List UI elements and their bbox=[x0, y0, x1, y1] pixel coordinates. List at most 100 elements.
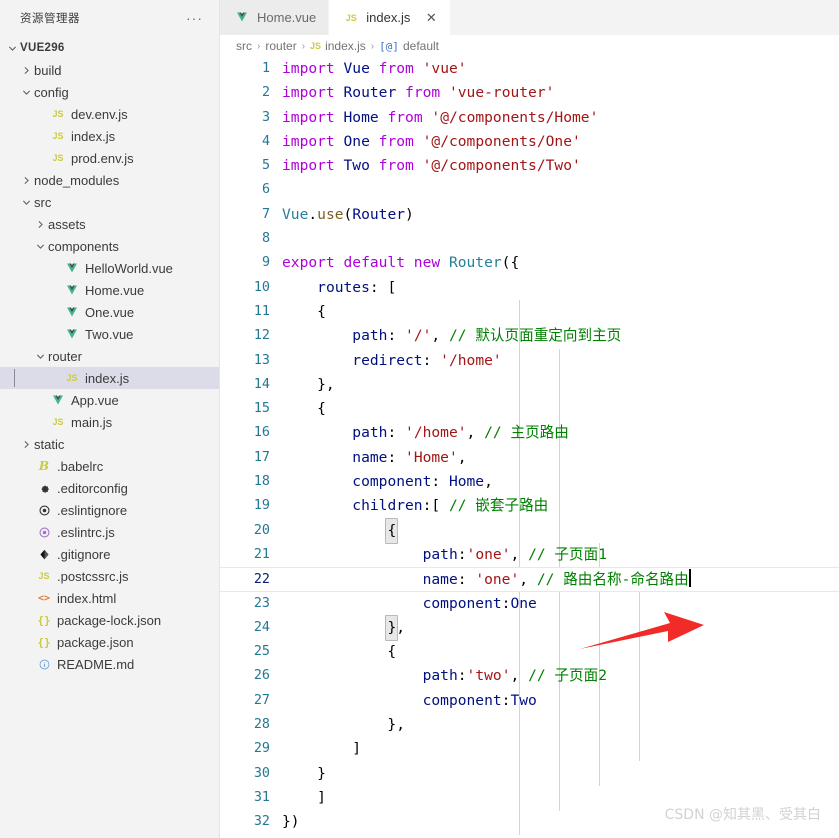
tree-item-eslintrc-js[interactable]: .eslintrc.js bbox=[0, 521, 219, 543]
tree-item-package-json[interactable]: {} package.json bbox=[0, 631, 219, 653]
code-token: import bbox=[282, 108, 344, 126]
code-line[interactable]: 19 children:[ // 嵌套子路由 bbox=[220, 494, 839, 518]
tree-item-label: Home.vue bbox=[85, 282, 145, 298]
code-token: : bbox=[387, 327, 406, 345]
tree-item-label: index.js bbox=[85, 370, 130, 386]
code-line[interactable]: 14 }, bbox=[220, 373, 839, 397]
tree-item-gitignore[interactable]: .gitignore bbox=[0, 543, 219, 565]
tree-item-babelrc[interactable]: B .babelrc bbox=[0, 455, 219, 477]
tree-item-editorconfig[interactable]: .editorconfig bbox=[0, 477, 219, 499]
line-text: Vue.use(Router) bbox=[282, 203, 839, 227]
tree-item-one-vue[interactable]: One.vue bbox=[0, 301, 219, 323]
code-line[interactable]: 2 import Router from 'vue-router' bbox=[220, 81, 839, 105]
breadcrumb-item-default[interactable]: [@] default bbox=[379, 39, 439, 53]
code-line[interactable]: 6 bbox=[220, 178, 839, 202]
line-number: 2 bbox=[261, 85, 270, 101]
code-token: import bbox=[282, 60, 344, 77]
line-number: 27 bbox=[253, 692, 270, 708]
code-line[interactable]: 30 } bbox=[220, 762, 839, 786]
line-text: export default new Router({ bbox=[282, 251, 839, 275]
tree-item-router[interactable]: router bbox=[0, 345, 219, 367]
chevron-right-icon bbox=[32, 220, 48, 229]
code-line[interactable]: 26 path:'two', // 子页面2 bbox=[220, 664, 839, 688]
code-token: One bbox=[510, 594, 537, 612]
code-line[interactable]: 13 redirect: '/home' bbox=[220, 349, 839, 373]
code-line[interactable]: 8 bbox=[220, 227, 839, 251]
code-line[interactable]: 7 Vue.use(Router) bbox=[220, 203, 839, 227]
tree-root-vue296[interactable]: VUE296 bbox=[0, 37, 219, 59]
tree-item-index-js[interactable]: JS index.js bbox=[0, 125, 219, 147]
line-text: redirect: '/home' bbox=[282, 349, 839, 373]
code-line[interactable]: 25 { bbox=[220, 640, 839, 664]
tree-item-app-vue[interactable]: App.vue bbox=[0, 389, 219, 411]
tree-item-label: package.json bbox=[57, 634, 134, 650]
tree-item-components[interactable]: components bbox=[0, 235, 219, 257]
code-line[interactable]: 5 import Two from '@/components/Two' bbox=[220, 154, 839, 178]
code-line[interactable]: 10 routes: [ bbox=[220, 276, 839, 300]
tab-bar-empty-space bbox=[451, 0, 839, 35]
code-line[interactable]: 24 }, bbox=[220, 614, 839, 642]
breadcrumb-item-index-js[interactable]: JS index.js bbox=[310, 39, 366, 53]
json-icon: {} bbox=[37, 635, 51, 649]
code-token: : bbox=[387, 424, 406, 442]
tree-item-helloworld-vue[interactable]: HelloWorld.vue bbox=[0, 257, 219, 279]
tab-index-js[interactable]: JS index.js ✕ bbox=[329, 0, 452, 35]
tree-item-home-vue[interactable]: Home.vue bbox=[0, 279, 219, 301]
breadcrumb-item-router[interactable]: router bbox=[265, 39, 296, 53]
tree-item-index-js[interactable]: JS index.js bbox=[0, 367, 219, 389]
tree-item-dev-env-js[interactable]: JS dev.env.js bbox=[0, 103, 219, 125]
tree-item-two-vue[interactable]: Two.vue bbox=[0, 323, 219, 345]
tree-item-label: App.vue bbox=[71, 392, 119, 408]
tab-home-vue[interactable]: Home.vue bbox=[220, 0, 330, 35]
tree-item-eslintignore[interactable]: .eslintignore bbox=[0, 499, 219, 521]
code-line[interactable]: 9 export default new Router({ bbox=[220, 251, 839, 275]
tree-item-config[interactable]: config bbox=[0, 81, 219, 103]
code-line[interactable]: 28 }, bbox=[220, 713, 839, 737]
code-token: : bbox=[457, 545, 467, 563]
tree-item-package-lock-json[interactable]: {} package-lock.json bbox=[0, 609, 219, 631]
js-icon: JS bbox=[66, 373, 78, 383]
explorer-more-actions-icon[interactable]: ··· bbox=[182, 11, 207, 25]
tree-item-postcssrc-js[interactable]: JS .postcssrc.js bbox=[0, 565, 219, 587]
tree-item-build[interactable]: build bbox=[0, 59, 219, 81]
html-icon: <> bbox=[37, 592, 51, 604]
code-line[interactable]: 17 name: 'Home', bbox=[220, 446, 839, 470]
code-token: , bbox=[431, 327, 449, 345]
code-line[interactable]: 18 component: Home, bbox=[220, 470, 839, 494]
code-line[interactable]: 22 name: 'one', // 路由名称-命名路由 bbox=[220, 567, 839, 592]
tree-item-assets[interactable]: assets bbox=[0, 213, 219, 235]
line-text: path: '/', // 默认页面重定向到主页 bbox=[282, 324, 839, 348]
code-line[interactable]: 21 path:'one', // 子页面1 bbox=[220, 543, 839, 567]
tree-item-src[interactable]: src bbox=[0, 191, 219, 213]
breadcrumb-separator: › bbox=[257, 40, 261, 52]
code-token: Vue bbox=[282, 205, 309, 223]
code-line[interactable]: 29 ] bbox=[220, 737, 839, 761]
line-text: }, bbox=[282, 713, 839, 737]
tree-item-main-js[interactable]: JS main.js bbox=[0, 411, 219, 433]
code-token: Two bbox=[510, 691, 537, 709]
code-token: from bbox=[378, 157, 414, 175]
code-line[interactable]: 20 { bbox=[220, 517, 839, 544]
breadcrumb-item-src[interactable]: src bbox=[236, 39, 252, 53]
code-line[interactable]: 27 component:Two bbox=[220, 689, 839, 713]
code-line[interactable]: 4 import One from '@/components/One' bbox=[220, 130, 839, 154]
code-line[interactable]: 15 { bbox=[220, 397, 839, 421]
code-line[interactable]: 12 path: '/', // 默认页面重定向到主页 bbox=[220, 324, 839, 348]
code-line[interactable]: 3 import Home from '@/components/Home' bbox=[220, 106, 839, 130]
code-token: path bbox=[422, 545, 458, 563]
line-text: }, bbox=[282, 614, 839, 642]
tree-item-index-html[interactable]: <> index.html bbox=[0, 587, 219, 609]
code-editor[interactable]: 1 import Vue from 'vue' 2 import Router fro… bbox=[220, 57, 839, 838]
tree-item-static[interactable]: static bbox=[0, 433, 219, 455]
code-line[interactable]: 1 import Vue from 'vue' bbox=[220, 57, 839, 81]
tree-item-readme-md[interactable]: i README.md bbox=[0, 653, 219, 675]
code-line[interactable]: 11 { bbox=[220, 300, 839, 324]
code-line[interactable]: 16 path: '/home', // 主页路由 bbox=[220, 421, 839, 445]
tree-item-node-modules[interactable]: node_modules bbox=[0, 169, 219, 191]
tree-item-prod-env-js[interactable]: JS prod.env.js bbox=[0, 147, 219, 169]
code-line[interactable]: 23 component:One bbox=[220, 592, 839, 616]
close-icon[interactable]: ✕ bbox=[424, 11, 438, 24]
